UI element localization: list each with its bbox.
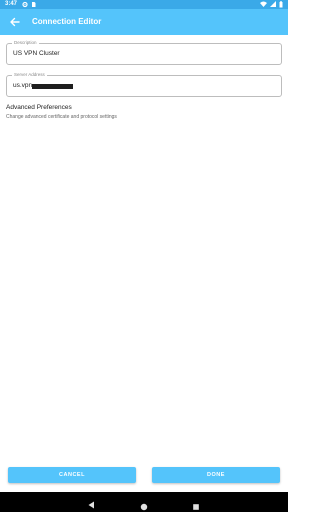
page-title: Connection Editor	[32, 17, 102, 26]
back-triangle-icon[interactable]	[87, 497, 97, 509]
status-bar: 3:47	[0, 0, 288, 9]
redaction-block	[32, 83, 74, 89]
cancel-button[interactable]: CANCEL	[8, 467, 136, 483]
home-circle-icon[interactable]	[140, 498, 148, 511]
advanced-preferences-title: Advanced Preferences	[6, 104, 72, 111]
navigation-bar	[0, 492, 288, 512]
description-value[interactable]: US VPN Cluster	[13, 44, 60, 64]
status-time: 3:47	[5, 1, 18, 7]
recents-square-icon[interactable]	[192, 498, 200, 510]
done-button[interactable]: DONE	[152, 467, 280, 483]
server-address-field[interactable]: Server Address us.vpn	[6, 72, 282, 97]
advanced-preferences-subtitle: Change advanced certificate and protocol…	[6, 114, 117, 120]
back-arrow-icon[interactable]	[8, 15, 22, 29]
app-bar: Connection Editor	[0, 9, 288, 35]
server-address-value[interactable]: us.vpn	[13, 76, 32, 96]
description-field[interactable]: Description US VPN Cluster	[6, 40, 282, 65]
